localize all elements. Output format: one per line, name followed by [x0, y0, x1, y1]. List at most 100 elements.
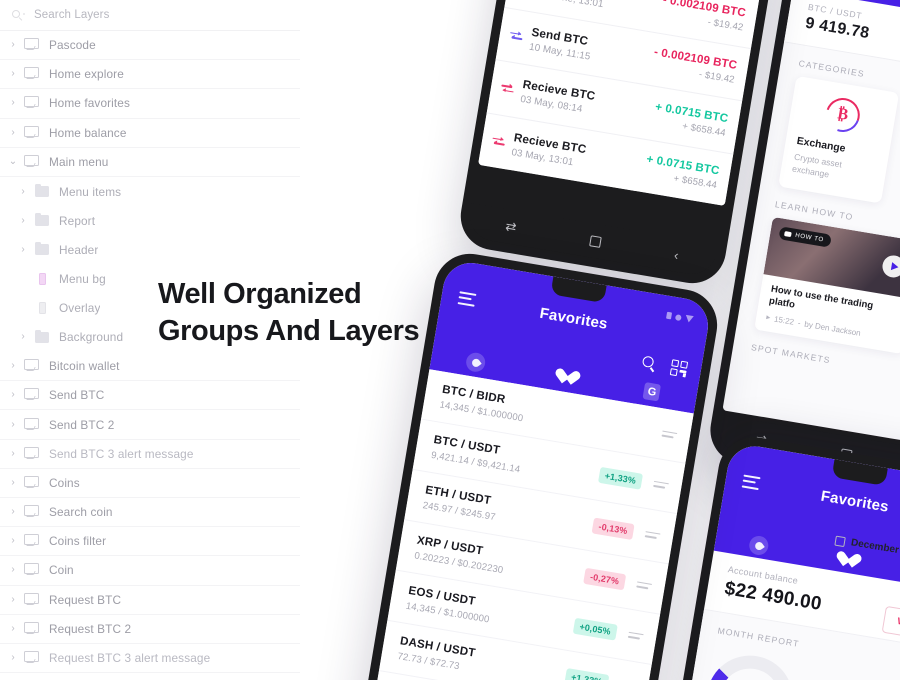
- layer-row[interactable]: ⌄ Main menu: [0, 148, 300, 177]
- layer-row[interactable]: › Send BTC 3 alert message: [0, 440, 300, 469]
- layer-name: Background: [59, 330, 124, 345]
- layer-row[interactable]: › Report: [0, 206, 300, 235]
- chevron-right-icon[interactable]: ›: [4, 448, 22, 459]
- chevron-right-icon[interactable]: ›: [4, 127, 22, 138]
- chevron-down-icon[interactable]: ⌄: [4, 156, 22, 167]
- phone-notch: [831, 459, 888, 486]
- layer-name: Bitcoin wallet: [49, 359, 120, 374]
- favorite-left: EOS / USDT 14,345 / $1.000000: [405, 584, 493, 625]
- transaction-text: Recieve BTC 03 May, 08:14: [519, 77, 596, 117]
- layer-name: Send BTC 3 alert message: [49, 446, 194, 461]
- layer-row[interactable]: › Home explore: [0, 60, 300, 90]
- artboard-icon: [22, 504, 43, 520]
- chevron-right-icon[interactable]: ›: [4, 507, 22, 517]
- recents-icon[interactable]: ⇄: [504, 218, 517, 236]
- chevron-right-icon[interactable]: ›: [4, 419, 22, 430]
- layer-row[interactable]: ›BTC Address: [0, 673, 300, 680]
- category-card-exchange[interactable]: ₿ Exchange Crypto asset exchange: [778, 75, 900, 204]
- layer-row[interactable]: › Request BTC 3 alert message: [0, 644, 300, 674]
- bitcoin-exchange-icon: ₿: [820, 92, 866, 138]
- layer-name: Coins filter: [49, 534, 107, 549]
- layer-row[interactable]: › Request BTC: [0, 586, 300, 615]
- chevron-right-icon[interactable]: ›: [4, 565, 22, 575]
- compass-icon: [464, 351, 487, 374]
- chevron-right-icon[interactable]: ›: [4, 653, 22, 663]
- chevron-right-icon[interactable]: ›: [4, 623, 22, 634]
- video-duration: 15:22: [773, 314, 795, 327]
- favorite-right: -0,13%: [591, 517, 661, 544]
- layer-row[interactable]: › Send BTC 2: [0, 410, 300, 440]
- qr-code-icon[interactable]: [669, 359, 689, 378]
- layer-name: Search coin: [49, 505, 113, 520]
- layer-name: Pascode: [49, 38, 96, 53]
- transaction-left: Send BTC03 June, 13:01: [515, 0, 607, 10]
- chevron-right-icon[interactable]: ›: [14, 186, 32, 197]
- search-icon: [12, 9, 25, 22]
- favorite-right: +1,33%: [597, 466, 670, 494]
- folder-icon: [32, 183, 53, 200]
- howto-badge: HOW TO: [778, 226, 832, 248]
- favorites-list: BTC / BIDR 14,345 / $1.000000 BTC / USDT 9,…: [353, 369, 694, 680]
- chevron-right-icon[interactable]: ›: [4, 536, 22, 546]
- chevron-right-icon[interactable]: ›: [14, 215, 32, 226]
- calendar-icon: [834, 535, 846, 547]
- artboard-icon: [22, 562, 43, 578]
- transaction-right: - 0.002109 BTC - $19.42: [660, 0, 747, 33]
- play-small-icon: [765, 315, 771, 321]
- layer-name: Coins: [49, 475, 80, 490]
- phone-notch: [550, 276, 607, 304]
- chevron-right-icon[interactable]: ›: [4, 390, 22, 400]
- search-layers-row[interactable]: [0, 0, 300, 31]
- play-icon[interactable]: [880, 253, 900, 280]
- artboard-icon: [22, 387, 43, 403]
- change-badge: +1,33%: [563, 667, 610, 680]
- layer-name: Coin: [49, 563, 74, 578]
- layer-row[interactable]: › Header: [0, 235, 300, 264]
- chevron-right-icon[interactable]: ›: [4, 98, 22, 108]
- headline-line-1: Well Organized: [158, 278, 362, 310]
- layer-row[interactable]: › Search coin: [0, 498, 300, 528]
- layer-list: › Pascode › Home explore › Home favorites › Hom…: [0, 31, 300, 680]
- layer-row[interactable]: › Request BTC 2: [0, 615, 300, 644]
- artboard-icon: [22, 358, 43, 374]
- layer-name: Request BTC: [49, 592, 122, 607]
- layer-row[interactable]: › Coins: [0, 469, 300, 498]
- layer-name: Send BTC 2: [49, 417, 115, 432]
- chevron-right-icon[interactable]: ›: [4, 594, 22, 605]
- layer-row[interactable]: › Menu items: [0, 177, 300, 206]
- layer-row[interactable]: › Coin: [0, 556, 300, 586]
- artboard-icon: [22, 154, 43, 170]
- change-badge: +0,05%: [572, 617, 618, 641]
- transaction-text: Send BTC 10 May, 11:15: [528, 25, 594, 63]
- transaction-right: - 0.002109 BTC - $19.42: [651, 46, 738, 86]
- artboard-icon: [22, 66, 43, 82]
- swap-pink-icon: [499, 82, 516, 96]
- layer-row[interactable]: › Home balance: [0, 119, 300, 148]
- back-icon[interactable]: ‹: [673, 247, 680, 263]
- artboard-icon: [22, 95, 43, 111]
- transaction-right: + 0.0715 BTC + $658.44: [652, 100, 729, 139]
- chevron-right-icon[interactable]: ›: [14, 332, 32, 342]
- layer-row[interactable]: › Home favorites: [0, 89, 300, 119]
- search-icon[interactable]: [641, 354, 658, 372]
- change-badge: +1,33%: [597, 466, 644, 490]
- layer-row[interactable]: › Send BTC: [0, 381, 300, 411]
- layer-row[interactable]: › Bitcoin wallet: [0, 352, 300, 382]
- chevron-right-icon[interactable]: ›: [4, 69, 22, 79]
- swap-purple-icon: [508, 29, 525, 43]
- layer-row[interactable]: › Coins filter: [0, 527, 300, 557]
- chevron-right-icon[interactable]: ›: [14, 244, 32, 255]
- home-icon[interactable]: [588, 234, 602, 248]
- favorite-right: +1,33%: [563, 667, 636, 680]
- search-input[interactable]: [32, 8, 232, 22]
- layer-name: Home explore: [49, 67, 124, 82]
- page-title: Well Organized Groups And Layers: [158, 276, 488, 350]
- chevron-right-icon[interactable]: ›: [4, 361, 22, 371]
- transaction-left: Recieve BTC 03 May, 13:01: [489, 126, 587, 169]
- folder-icon: [32, 242, 53, 258]
- layer-row[interactable]: › Pascode: [0, 31, 300, 61]
- chevron-right-icon[interactable]: ›: [4, 477, 22, 488]
- chevron-right-icon[interactable]: ›: [4, 40, 22, 50]
- heart-icon: [835, 551, 854, 569]
- favorite-right: +0,05%: [572, 617, 644, 645]
